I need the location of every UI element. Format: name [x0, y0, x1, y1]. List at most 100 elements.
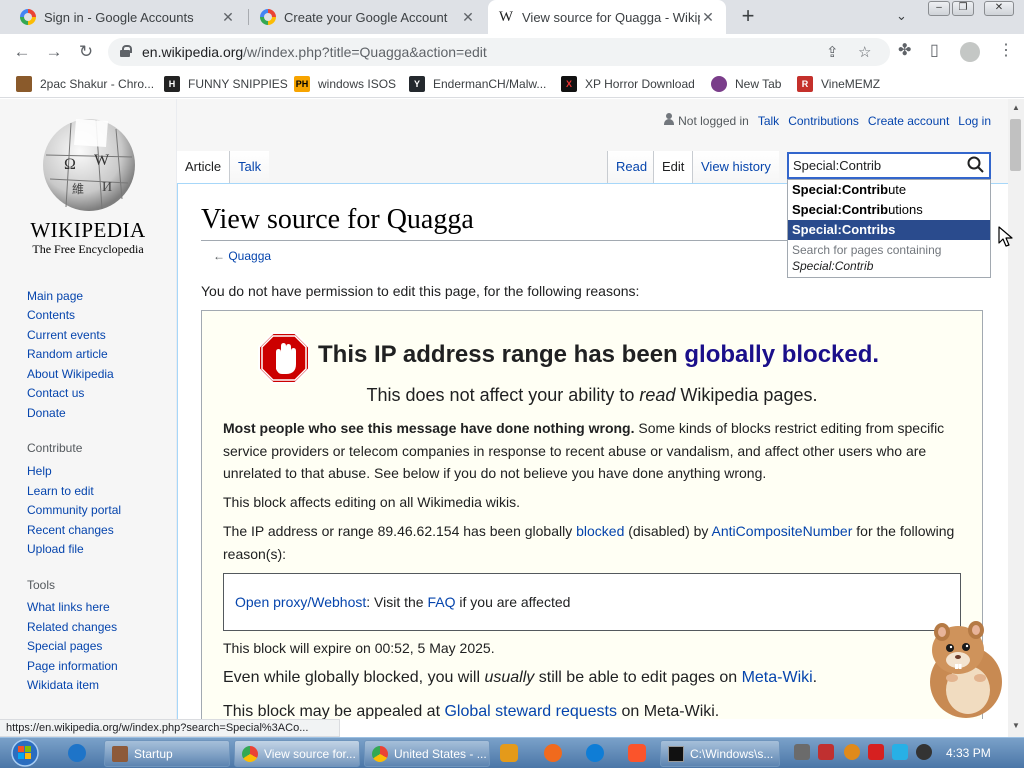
- tab-talk[interactable]: Talk: [229, 151, 270, 183]
- search-icon[interactable]: [967, 156, 984, 173]
- profile-avatar-icon[interactable]: [960, 42, 980, 62]
- bookmark-xp-horror[interactable]: X XP Horror Download: [561, 76, 695, 92]
- hamster-mascot-icon[interactable]: [922, 612, 1006, 720]
- bookmark-2pac[interactable]: 2pac Shakur - Chro...: [16, 76, 154, 92]
- tray-network-icon[interactable]: [892, 744, 908, 760]
- p3-a: The IP address or range 89.46.62.154 has…: [223, 523, 573, 539]
- tray-volume-icon[interactable]: [916, 744, 932, 760]
- user-contributions-link[interactable]: Contributions: [788, 114, 859, 128]
- blocked-link[interactable]: blocked: [576, 523, 624, 539]
- faq-link[interactable]: FAQ: [427, 594, 455, 610]
- page-scrollbar[interactable]: ▲ ▼: [1008, 99, 1024, 737]
- menu-kebab-icon[interactable]: ⋮: [998, 40, 1014, 60]
- nav-wikidata-item[interactable]: Wikidata item: [27, 678, 99, 692]
- share-icon[interactable]: ⇪: [826, 43, 839, 61]
- tab-read[interactable]: Read: [607, 151, 656, 183]
- nav-upload-file[interactable]: Upload file: [27, 542, 84, 556]
- scroll-up-icon[interactable]: ▲: [1012, 103, 1020, 112]
- reload-icon[interactable]: ↻: [74, 40, 98, 64]
- wiki-search-input[interactable]: Special:Contrib: [787, 152, 991, 179]
- tab-view-history[interactable]: View history: [692, 151, 779, 183]
- back-arrow-icon[interactable]: ←: [10, 40, 34, 64]
- nav-what-links-here[interactable]: What links here: [27, 600, 110, 614]
- page-title: View source for Quagga: [201, 204, 474, 235]
- taskbar-clock[interactable]: 4:33 PM: [946, 746, 991, 760]
- bookmark-star-icon[interactable]: ☆: [858, 43, 871, 61]
- nav-donate[interactable]: Donate: [27, 406, 66, 420]
- nav-current-events[interactable]: Current events: [27, 328, 106, 342]
- nav-recent-changes[interactable]: Recent changes: [27, 523, 114, 537]
- create-account-link[interactable]: Create account: [868, 114, 949, 128]
- bookmark-new-tab[interactable]: New Tab: [711, 76, 781, 92]
- scroll-down-icon[interactable]: ▼: [1012, 721, 1020, 730]
- search-containing-option[interactable]: Search for pages containing Special:Contr…: [792, 242, 941, 274]
- bookmark-vinememz[interactable]: R VineMEMZ: [797, 76, 880, 92]
- minimize-button[interactable]: –: [928, 1, 950, 16]
- extensions-puzzle-icon[interactable]: ✤: [898, 40, 911, 60]
- tray-app-icon[interactable]: [794, 744, 810, 760]
- close-icon[interactable]: ✕: [460, 9, 476, 26]
- permission-text: You do not have permission to edit this …: [201, 283, 640, 299]
- not-logged-label: Not logged in: [678, 114, 749, 128]
- tray-search-icon[interactable]: [844, 744, 860, 760]
- forward-arrow-icon[interactable]: →: [42, 40, 66, 64]
- tab-edit[interactable]: Edit: [653, 151, 693, 183]
- taskbar-united-states[interactable]: United States - ...: [364, 740, 490, 767]
- windows-start-icon[interactable]: [4, 738, 44, 768]
- side-panel-icon[interactable]: ▯: [930, 40, 939, 60]
- internet-explorer-icon[interactable]: [68, 744, 86, 762]
- nav-page-information[interactable]: Page information: [27, 659, 118, 673]
- log-in-link[interactable]: Log in: [958, 114, 991, 128]
- nav-related-changes[interactable]: Related changes: [27, 620, 117, 634]
- global-steward-requests-link[interactable]: Global steward requests: [444, 703, 617, 719]
- bookmark-endermanch[interactable]: Y EndermanCH/Malw...: [409, 76, 546, 92]
- tab-search-chevron-icon[interactable]: ⌄: [896, 8, 907, 24]
- nav-random-article[interactable]: Random article: [27, 347, 108, 361]
- tray-tool-icon[interactable]: [818, 744, 834, 760]
- taskbar-view-source[interactable]: View source for...: [234, 740, 360, 767]
- meta-wiki-link[interactable]: Meta-Wiki: [742, 669, 813, 686]
- maximize-button[interactable]: ❐: [952, 1, 974, 16]
- close-icon[interactable]: ✕: [700, 9, 716, 26]
- tab-article[interactable]: Article: [177, 151, 230, 183]
- user-talk-link[interactable]: Talk: [758, 114, 779, 128]
- wikipedia-globe-logo-icon[interactable]: Ω W 維 И: [36, 117, 142, 213]
- contribute-heading: Contribute: [27, 441, 83, 455]
- taskbar-startup[interactable]: Startup: [104, 740, 230, 767]
- paint-icon[interactable]: [544, 744, 562, 762]
- tab-view-source[interactable]: W View source for Quagga - Wikipe ✕: [488, 0, 726, 34]
- taskbar-cmd[interactable]: C:\Windows\s...: [660, 740, 780, 767]
- close-icon[interactable]: ✕: [220, 9, 236, 26]
- globally-blocked-link[interactable]: globally blocked.: [684, 341, 879, 368]
- block-paragraph-2: This block affects editing on all Wikime…: [223, 494, 520, 510]
- tray-flag-icon[interactable]: [868, 744, 884, 760]
- suggestion-item[interactable]: Special:Contributions: [788, 200, 990, 220]
- tab-sign-in[interactable]: Sign in - Google Accounts ✕: [10, 0, 246, 34]
- nav-special-pages[interactable]: Special pages: [27, 639, 102, 653]
- suggestion-item-highlighted[interactable]: Special:Contribs: [788, 220, 990, 240]
- window-close-button[interactable]: ✕: [984, 1, 1014, 16]
- tab-create-account[interactable]: Create your Google Account ✕: [250, 0, 486, 34]
- nav-contents[interactable]: Contents: [27, 308, 75, 322]
- bookmark-label: FUNNY SNIPPIES: [188, 77, 288, 91]
- nav-main-page[interactable]: Main page: [27, 289, 83, 303]
- suggestion-item[interactable]: Special:Contribute: [788, 180, 990, 200]
- address-bar[interactable]: en.wikipedia.org/w/index.php?title=Quagg…: [108, 38, 890, 66]
- nav-learn-to-edit[interactable]: Learn to edit: [27, 484, 94, 498]
- cmd-icon: [668, 745, 684, 762]
- bookmark-funny-snippies[interactable]: H FUNNY SNIPPIES: [164, 76, 288, 92]
- scrollbar-thumb[interactable]: [1010, 119, 1021, 171]
- media-player-icon[interactable]: [500, 744, 518, 762]
- open-proxy-link[interactable]: Open proxy/Webhost: [235, 594, 366, 610]
- anticompositenumber-link[interactable]: AntiCompositeNumber: [712, 523, 853, 539]
- brave-icon[interactable]: [628, 744, 646, 762]
- back-link-quagga[interactable]: Quagga: [228, 249, 271, 263]
- nav-contact-us[interactable]: Contact us: [27, 386, 84, 400]
- bookmark-windows-isos[interactable]: PH windows ISOS: [294, 76, 396, 92]
- new-tab-button[interactable]: +: [736, 5, 760, 29]
- nav-community-portal[interactable]: Community portal: [27, 503, 121, 517]
- url-text[interactable]: en.wikipedia.org/w/index.php?title=Quagg…: [142, 44, 487, 60]
- nav-help[interactable]: Help: [27, 464, 52, 478]
- edge-icon[interactable]: [586, 744, 604, 762]
- nav-about-wikipedia[interactable]: About Wikipedia: [27, 367, 114, 381]
